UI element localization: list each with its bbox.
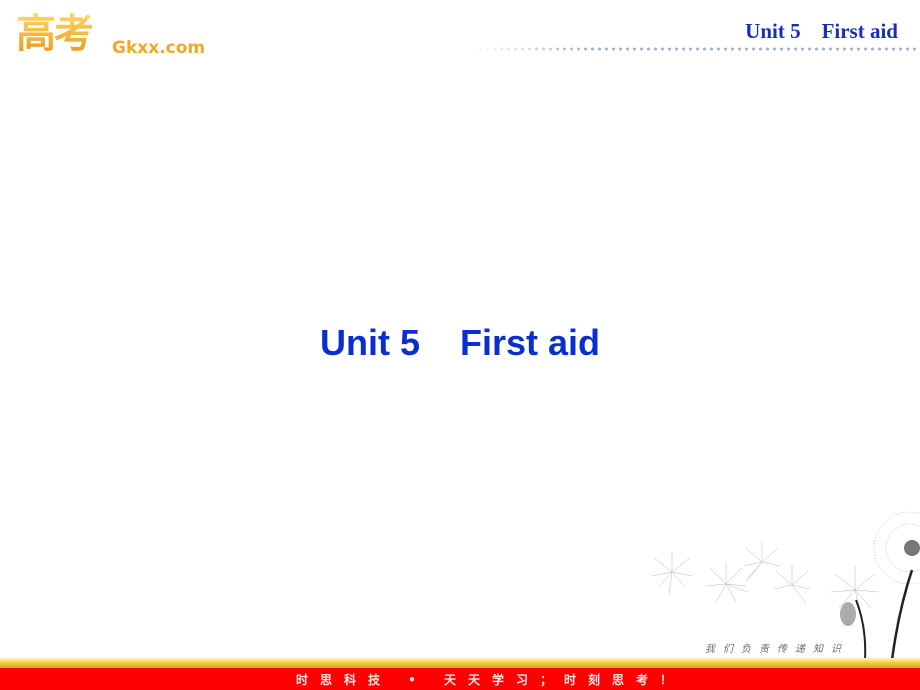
seed-icon xyxy=(830,566,880,615)
dandelion-head-icon xyxy=(873,511,920,585)
logo-site-text: Gkxx.com xyxy=(112,38,206,58)
seed-icon xyxy=(651,552,693,595)
calligraphy-slogan: 我们负责传递知识 xyxy=(705,644,849,655)
header-dotted-divider xyxy=(470,47,920,51)
dandelion-bud-icon xyxy=(840,602,856,626)
seed-icon xyxy=(743,542,781,583)
logo-chinese-text: 高考 xyxy=(16,8,94,60)
seed-icon xyxy=(773,565,811,604)
footer-slogan: 时思科技 • 天天学习；时刻思考！ xyxy=(296,673,685,687)
dandelion-stem-icon xyxy=(890,569,914,660)
slide-title: Unit 5 First aid xyxy=(319,322,601,363)
footer-gold-stripe xyxy=(0,658,920,668)
header-title: Unit 5 First aid xyxy=(745,19,898,43)
seed-icon xyxy=(705,562,749,603)
dandelion-illustration xyxy=(651,511,920,660)
dandelion-stem-icon xyxy=(855,599,867,660)
gkxx-logo: 高考 Gkxx.com xyxy=(14,8,206,60)
